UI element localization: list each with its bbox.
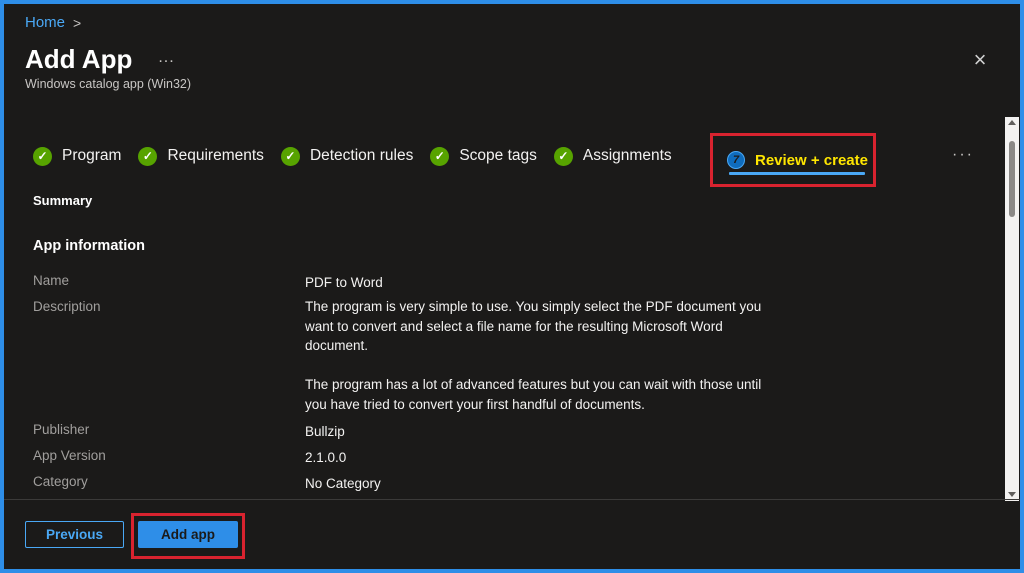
- more-options-icon[interactable]: ...: [158, 49, 174, 67]
- app-information-heading: App information: [33, 238, 145, 254]
- tab-program[interactable]: ✓ Program: [33, 134, 121, 178]
- check-icon: ✓: [280, 146, 300, 166]
- tab-assignments[interactable]: ✓ Assignments: [553, 134, 672, 178]
- description-value: The program is very simple to use. You s…: [305, 297, 785, 415]
- tab-label: Review + create: [755, 151, 868, 169]
- scroll-down-icon[interactable]: [1008, 492, 1016, 497]
- scroll-up-icon[interactable]: [1008, 120, 1016, 125]
- check-icon: ✓: [430, 146, 450, 166]
- description-label: Description: [33, 299, 101, 314]
- breadcrumb-home-link[interactable]: Home: [25, 14, 65, 31]
- description-paragraph: The program has a lot of advanced featur…: [305, 377, 762, 412]
- active-tab-indicator: [729, 172, 865, 175]
- page-title: Add App: [25, 44, 133, 74]
- tab-label: Detection rules: [309, 147, 414, 164]
- tab-label: Program: [62, 147, 122, 164]
- name-label: Name: [33, 273, 70, 288]
- summary-heading: Summary: [33, 193, 93, 208]
- tabs-overflow-icon[interactable]: ···: [952, 146, 974, 164]
- app-version-label: App Version: [33, 448, 106, 463]
- description-paragraph: The program is very simple to use. You s…: [305, 299, 762, 354]
- chevron-right-icon: >: [73, 14, 82, 31]
- tab-detection-rules[interactable]: ✓ Detection rules: [280, 134, 414, 178]
- category-value: No Category: [305, 476, 381, 491]
- breadcrumb: Home >: [25, 14, 81, 31]
- previous-button[interactable]: Previous: [25, 521, 124, 548]
- tab-review-create[interactable]: 7 Review + create: [710, 133, 876, 187]
- wizard-tabs: ✓ Program ✓ Requirements ✓ Detection rul…: [33, 134, 689, 178]
- close-icon[interactable]: ×: [968, 48, 992, 72]
- check-icon: ✓: [553, 146, 573, 166]
- check-icon: ✓: [138, 146, 158, 166]
- page-subtitle: Windows catalog app (Win32): [25, 77, 192, 91]
- publisher-value: Bullzip: [305, 424, 345, 439]
- vertical-scrollbar[interactable]: [1005, 117, 1019, 501]
- tab-label: Requirements: [167, 147, 264, 164]
- add-app-button[interactable]: Add app: [138, 521, 238, 548]
- scroll-thumb[interactable]: [1009, 141, 1015, 217]
- tab-label: Assignments: [582, 147, 672, 164]
- app-version-value: 2.1.0.0: [305, 450, 347, 465]
- tab-requirements[interactable]: ✓ Requirements: [138, 134, 264, 178]
- name-value: PDF to Word: [305, 275, 383, 290]
- check-icon: ✓: [33, 146, 52, 166]
- publisher-label: Publisher: [33, 422, 90, 437]
- tab-label: Scope tags: [459, 147, 537, 164]
- add-app-highlight: Add app: [131, 513, 245, 559]
- title-row: Add App ...: [25, 44, 175, 75]
- step-number-icon: 7: [727, 151, 745, 169]
- footer-divider: [4, 499, 1020, 500]
- add-app-panel: Home > Add App ... Windows catalog app (…: [4, 4, 1020, 569]
- category-label: Category: [33, 474, 88, 489]
- tab-scope-tags[interactable]: ✓ Scope tags: [430, 134, 537, 178]
